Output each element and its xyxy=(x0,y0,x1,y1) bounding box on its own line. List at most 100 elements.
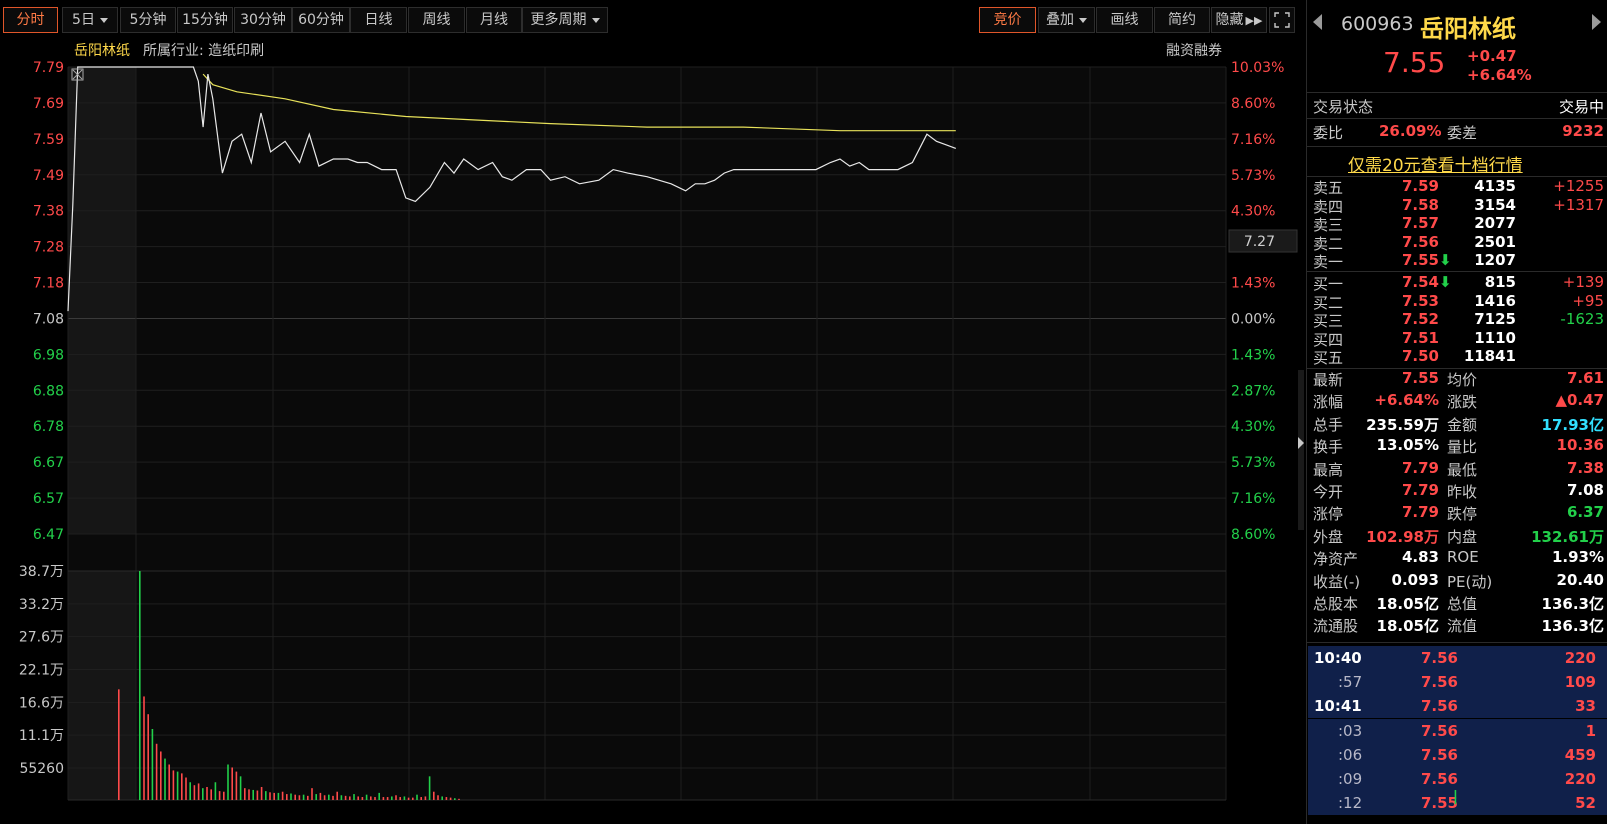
tab-daily[interactable]: 日线 xyxy=(350,7,407,33)
ask-level[interactable]: 卖一 7.55 ⬇ 1207 xyxy=(1307,251,1607,272)
volume-bar xyxy=(286,794,288,800)
volume-bar xyxy=(378,792,380,800)
stat-value: ▲0.47 xyxy=(1555,391,1604,410)
stat-value: 18.05亿 xyxy=(1376,595,1439,613)
tick-price: 7.56 xyxy=(1420,721,1458,740)
volume-bar xyxy=(147,714,149,800)
stat-value: 136.3亿 xyxy=(1541,617,1604,636)
collapse-panel-handle[interactable] xyxy=(1298,370,1304,530)
level-price: 7.57 xyxy=(1401,214,1439,233)
ask-level[interactable]: 卖五 7.59 4135 +1255 xyxy=(1307,177,1607,197)
bid-level[interactable]: 买三 7.52 7125 -1623 xyxy=(1307,310,1607,330)
volume-bar xyxy=(349,796,351,800)
divider xyxy=(1307,92,1607,93)
volume-bar xyxy=(412,797,414,800)
tick-volume: 220 xyxy=(1564,770,1596,788)
prev-stock-icon[interactable] xyxy=(1313,14,1322,30)
volume-bar xyxy=(176,771,179,800)
volume-bar xyxy=(118,689,120,800)
cursor-price-label: 7.27 xyxy=(1244,234,1275,250)
level-price: 7.53 xyxy=(1401,291,1439,310)
tab-intraday[interactable]: 分时 xyxy=(3,7,58,33)
pct-tick-label: 7.16% xyxy=(1231,491,1275,507)
bid-level[interactable]: 买一 7.54 ⬇ 815 +139 xyxy=(1307,273,1607,293)
stat-label: 昨收 xyxy=(1447,483,1478,501)
volume-bar xyxy=(202,788,204,800)
chart-stock-name: 岳阳林纸 xyxy=(74,43,130,59)
volume-bar xyxy=(231,767,233,800)
simple-mode-button[interactable]: 简约 xyxy=(1154,7,1210,33)
volume-bar xyxy=(244,788,246,800)
volume-bar xyxy=(416,794,418,800)
ask-level[interactable]: 卖三 7.57 2077 xyxy=(1307,214,1607,234)
volume-bar xyxy=(437,795,439,800)
volume-bar xyxy=(445,797,448,800)
volume-bar xyxy=(235,771,238,800)
volume-bar xyxy=(407,797,410,800)
volume-bar xyxy=(227,764,229,800)
overlay-dropdown[interactable]: 叠加 xyxy=(1038,7,1095,33)
stat-value: 132.61万 xyxy=(1531,527,1604,546)
bid-level[interactable]: 买四 7.51 1110 xyxy=(1307,328,1607,349)
stat-label: 涨停 xyxy=(1313,505,1344,524)
tick-time: :09 xyxy=(1338,770,1363,788)
tick-volume: 33 xyxy=(1575,697,1596,716)
upgrade-promo-link[interactable]: 仅需20元查看十档行情 xyxy=(1348,151,1523,176)
stat-value: 1.93% xyxy=(1551,548,1604,567)
tab-30min[interactable]: 30分钟 xyxy=(234,7,292,33)
volume-bar xyxy=(248,789,250,800)
tick-volume: 459 xyxy=(1564,745,1596,764)
draw-line-button[interactable]: 画线 xyxy=(1096,7,1153,33)
price-tick-label: 7.69 xyxy=(33,96,64,112)
volume-tick-label: 11.1万 xyxy=(19,728,64,744)
intraday-chart-svg[interactable]: 7.79 10.03% 7.69 8.60% 7.59 7.16% 7.49 5.73% 7.3… xyxy=(0,40,1303,824)
stat-label: 流通股 xyxy=(1313,617,1359,636)
tick-volume: 1 xyxy=(1585,721,1596,740)
ask-level[interactable]: 卖四 7.58 3154 +1317 xyxy=(1307,196,1607,216)
bid-level[interactable]: 买五 7.50 11841 xyxy=(1307,347,1607,367)
tab-15min[interactable]: 15分钟 xyxy=(177,7,233,33)
trade-status-row: 交易状态 交易中 xyxy=(1307,96,1607,118)
tab-5min[interactable]: 5分钟 xyxy=(120,7,176,33)
collapse-arrow-icon[interactable] xyxy=(1298,437,1304,449)
tab-5day[interactable]: 5日 xyxy=(62,7,118,33)
price-tick-label: 7.18 xyxy=(33,276,64,292)
tick-row: :57 7.56 109 xyxy=(1308,670,1607,695)
tick-row: :06 7.56 459 xyxy=(1308,742,1607,767)
auction-button[interactable]: 竞价 xyxy=(979,7,1036,33)
volume-bar xyxy=(197,783,200,800)
intraday-chart[interactable]: 7.79 10.03% 7.69 8.60% 7.59 7.16% 7.49 5.73% 7.3… xyxy=(0,40,1303,824)
more-periods-dropdown[interactable]: 更多周期 xyxy=(522,7,608,33)
volume-bar xyxy=(185,777,187,800)
next-stock-icon[interactable] xyxy=(1592,14,1601,30)
level-volume: 1110 xyxy=(1474,328,1516,347)
volume-tick-label: 27.6万 xyxy=(19,630,64,646)
level-price: 7.52 xyxy=(1401,310,1439,329)
auction-zone xyxy=(68,571,136,800)
volume-bar xyxy=(370,796,372,800)
level-volume: 815 xyxy=(1484,273,1516,291)
tab-weekly[interactable]: 周线 xyxy=(408,7,465,33)
volume-bar xyxy=(340,795,343,800)
bid-level[interactable]: 买二 7.53 1416 +95 xyxy=(1307,291,1607,312)
volume-tick-label: 22.1万 xyxy=(19,663,64,679)
level-label: 卖一 xyxy=(1313,253,1344,272)
ask-level[interactable]: 卖二 7.56 2501 xyxy=(1307,233,1607,253)
price-tick-label: 7.59 xyxy=(33,132,64,148)
hide-button[interactable]: 隐藏 ▶▶ xyxy=(1211,7,1267,33)
tab-60min[interactable]: 60分钟 xyxy=(292,7,350,33)
tick-time: 10:40 xyxy=(1314,649,1362,667)
fullscreen-icon[interactable] xyxy=(1269,7,1295,33)
stat-label: 总股本 xyxy=(1313,595,1359,613)
price-tick-label: 7.79 xyxy=(33,60,64,76)
stat-label: 最低 xyxy=(1447,460,1478,479)
stat-row: 今开 7.79 昨收 7.08 xyxy=(1307,481,1607,503)
volume-bar xyxy=(449,797,452,800)
tick-row: :09 7.56 220 xyxy=(1308,767,1607,791)
volume-bar xyxy=(260,786,263,800)
stat-label: 涨跌 xyxy=(1447,393,1478,412)
tab-monthly[interactable]: 月线 xyxy=(466,7,522,33)
stat-value: 18.05亿 xyxy=(1376,617,1439,636)
volume-bar xyxy=(206,786,208,800)
volume-bar xyxy=(311,788,313,800)
